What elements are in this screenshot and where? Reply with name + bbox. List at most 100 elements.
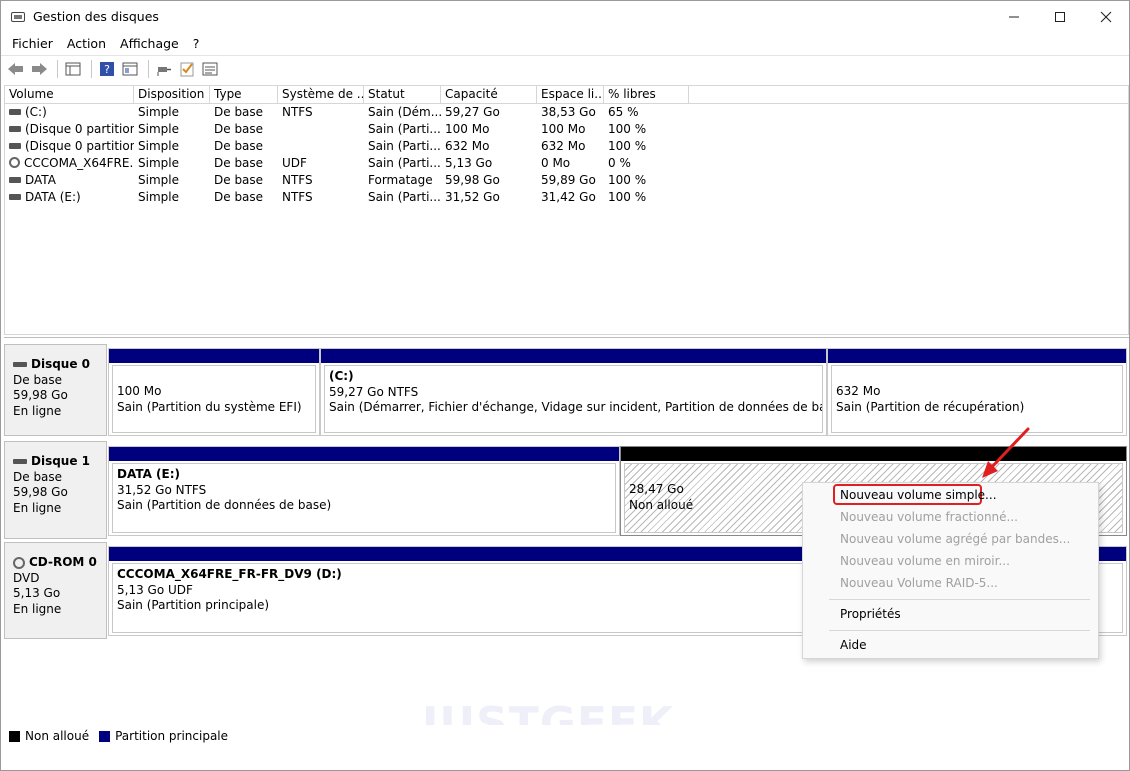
cell-capacity: 31,52 Go [445,190,500,204]
cell-filesystem: NTFS [282,105,313,119]
menu-fichier[interactable]: Fichier [5,36,60,51]
disk-icon [13,362,27,368]
partition-data-e[interactable]: DATA (E:) 31,52 Go NTFS Sain (Partition … [108,446,620,536]
svg-text:?: ? [104,63,110,76]
menu-bar: Fichier Action Affichage ? [1,32,1129,54]
close-icon [1100,11,1112,22]
cell-disposition: Simple [138,156,179,170]
cdrom-0-label[interactable]: CD-ROM 0 DVD 5,13 Go En ligne [4,542,107,639]
toolbar-separator [91,59,92,78]
cd-rom-icon [13,556,25,569]
volume-name: (C:) [25,105,47,119]
partition-size: 31,52 Go NTFS [117,482,207,497]
volume-name: DATA [25,173,56,187]
table-row[interactable]: (C:) Simple De base NTFS Sain (Dém... 59… [5,104,1128,121]
plug-icon [157,66,171,76]
cell-disposition: Simple [138,190,179,204]
volume-name: DATA (E:) [25,190,81,204]
properties-view-button[interactable] [120,59,140,79]
column-header-volume[interactable]: Volume [5,86,134,104]
legend-swatch-black [9,730,20,742]
cell-status: Sain (Parti... [368,156,441,170]
disk-status: En ligne [13,500,62,515]
column-header-filesystem[interactable]: Système de ... [278,86,364,104]
cell-type: De base [214,173,264,187]
cell-filesystem: NTFS [282,173,313,187]
volume-name: (Disque 0 partition... [25,139,134,153]
menu-new-simple-volume[interactable]: Nouveau volume simple... [840,486,997,504]
forward-button[interactable] [29,59,49,79]
maximize-button[interactable] [1037,1,1083,32]
disk-management-app-icon [10,9,26,25]
forward-arrow-icon [32,62,47,75]
minimize-button[interactable] [991,1,1037,32]
details-button[interactable] [200,59,220,79]
partition-recovery[interactable]: 632 Mo Sain (Partition de récupération) [827,348,1127,436]
disk-1-label[interactable]: Disque 1 De base 59,98 Go En ligne [4,441,107,539]
partition-c[interactable]: (C:) 59,27 Go NTFS Sain (Démarrer, Fichi… [320,348,827,436]
menu-new-striped-volume: Nouveau volume agrégé par bandes... [840,532,1071,546]
close-button[interactable] [1083,1,1129,32]
legend-primary: Partition principale [99,729,228,743]
back-button[interactable] [6,59,26,79]
partition-size: 100 Mo [117,384,162,398]
menu-help[interactable]: ? [186,36,207,51]
cell-volume: DATA [5,172,134,189]
cell-percent-free: 100 % [608,122,647,136]
partition-size: 632 Mo [836,384,881,398]
console-tree-button[interactable] [63,59,83,79]
disk-size: 5,13 Go [13,586,61,600]
column-header-disposition[interactable]: Disposition [134,86,210,104]
title-bar: Gestion des disques [1,1,1129,32]
menu-affichage[interactable]: Affichage [113,36,186,51]
help-icon: ? [100,61,114,76]
column-header-percent-free[interactable]: % libres [604,86,689,104]
column-header-capacity[interactable]: Capacité [441,86,537,104]
table-row[interactable]: (Disque 0 partition... Simple De base Sa… [5,121,1128,138]
cell-type: De base [214,156,264,170]
cell-free-space: 632 Mo [541,139,586,153]
partition-body: 632 Mo Sain (Partition de récupération) [831,365,1123,433]
cell-status: Sain (Parti... [368,190,441,204]
partition-size: 59,27 Go NTFS [329,384,419,399]
connect-button[interactable] [154,59,174,79]
partition-body: (C:) 59,27 Go NTFS Sain (Démarrer, Fichi… [324,365,823,433]
cell-filesystem [278,138,364,155]
disk-name: Disque 1 [13,454,106,470]
menu-properties[interactable]: Propriétés [840,605,901,623]
cell-capacity: 5,13 Go [445,156,493,170]
menu-help-item[interactable]: Aide [840,636,867,654]
partition-bar [109,349,319,363]
column-header-free-space[interactable]: Espace li... [537,86,604,104]
cell-status: Sain (Dém... [368,105,441,119]
help-button[interactable]: ? [97,59,117,79]
cell-volume: (Disque 0 partition... [5,138,134,155]
volume-icon [9,142,21,149]
disk-0-label[interactable]: Disque 0 De base 59,98 Go En ligne [4,344,107,436]
volume-list: Volume Disposition Type Système de ... S… [4,85,1129,335]
legend: Non alloué Partition principale [4,725,1129,747]
table-row[interactable]: CCCOMA_X64FRE... Simple De base UDF Sain… [5,155,1128,172]
cell-type: De base [214,105,264,119]
table-row[interactable]: DATA Simple De base NTFS Formatage 59,98… [5,172,1128,189]
menu-action[interactable]: Action [60,36,113,51]
menu-separator [829,630,1090,631]
cell-volume: (Disque 0 partition... [5,121,134,138]
cell-capacity: 59,98 Go [445,173,500,187]
check-button[interactable] [177,59,197,79]
partition-bar [321,349,826,363]
table-row[interactable]: DATA (E:) Simple De base NTFS Sain (Part… [5,189,1128,206]
column-header-status[interactable]: Statut [364,86,441,104]
disk-type: DVD [13,570,40,585]
partition-bar [109,447,619,461]
menu-new-mirrored-volume: Nouveau volume en miroir... [840,554,1010,568]
toolbar-separator [148,59,149,78]
partition-body: 100 Mo Sain (Partition du système EFI) [112,365,316,433]
console-tree-icon [65,62,81,75]
partition-efi[interactable]: 100 Mo Sain (Partition du système EFI) [108,348,320,436]
disk-icon [13,459,27,465]
minimize-icon [1009,16,1019,17]
table-row[interactable]: (Disque 0 partition... Simple De base Sa… [5,138,1128,155]
partition-desc: Sain (Démarrer, Fichier d'échange, Vidag… [329,400,823,414]
column-header-type[interactable]: Type [210,86,278,104]
